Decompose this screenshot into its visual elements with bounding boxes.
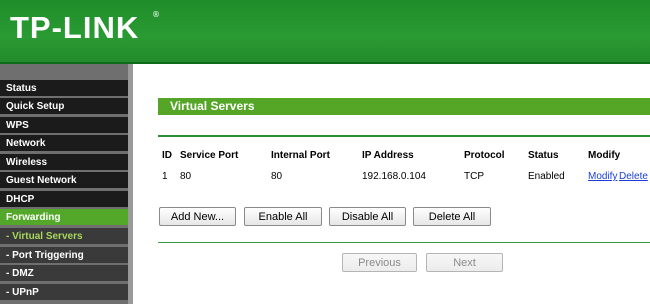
header-banner: TP-LINK ® [0,0,650,64]
add-new-button[interactable]: Add New... [159,207,236,226]
row-protocol: TCP [464,171,484,182]
column-header-internal-port: Internal Port [271,150,330,161]
previous-button[interactable]: Previous [342,253,417,272]
row-service-port: 80 [180,171,192,182]
sidebar-item-port-triggering[interactable]: - Port Triggering [0,247,128,264]
sidebar-item-wps[interactable]: WPS [0,117,128,134]
enable-all-button[interactable]: Enable All [244,207,322,226]
sidebar-item-dhcp[interactable]: DHCP [0,191,128,208]
row-internal-port: 80 [271,171,283,182]
sidebar-item-quick-setup[interactable]: Quick Setup [0,98,128,115]
column-header-modify: Modify [588,150,621,161]
row-id: 1 [162,171,168,182]
next-button[interactable]: Next [426,253,503,272]
sidebar-item-virtual-servers[interactable]: - Virtual Servers [0,228,128,245]
row-status: Enabled [528,171,565,182]
section-title: Virtual Servers [158,98,650,115]
tp-link-logo: TP-LINK [10,10,140,45]
sidebar-item-network[interactable]: Network [0,135,128,152]
modify-link[interactable]: Modify [588,171,617,182]
pager-divider [158,242,650,243]
delete-all-button[interactable]: Delete All [413,207,491,226]
sidebar-item-guest-network[interactable]: Guest Network [0,172,128,189]
row-ip-address: 192.168.0.104 [362,171,426,182]
sidebar-item-wireless[interactable]: Wireless [0,154,128,171]
trademark-symbol: ® [152,10,160,19]
sidebar: Status Quick Setup WPS Network Wireless … [0,64,131,304]
column-header-status: Status [528,150,559,161]
table-top-divider [158,135,650,137]
sidebar-item-status[interactable]: Status [0,80,128,97]
column-header-protocol: Protocol [464,150,505,161]
sidebar-item-forwarding[interactable]: Forwarding [0,209,128,226]
sidebar-item-dmz[interactable]: - DMZ [0,265,128,282]
sidebar-item-upnp[interactable]: - UPnP [0,284,128,301]
column-header-id: ID [162,150,172,161]
main-content: Virtual Servers ID Service Port Internal… [133,64,650,304]
delete-link[interactable]: Delete [619,171,648,182]
column-header-ip-address: IP Address [362,150,414,161]
disable-all-button[interactable]: Disable All [329,207,406,226]
column-header-service-port: Service Port [180,150,239,161]
